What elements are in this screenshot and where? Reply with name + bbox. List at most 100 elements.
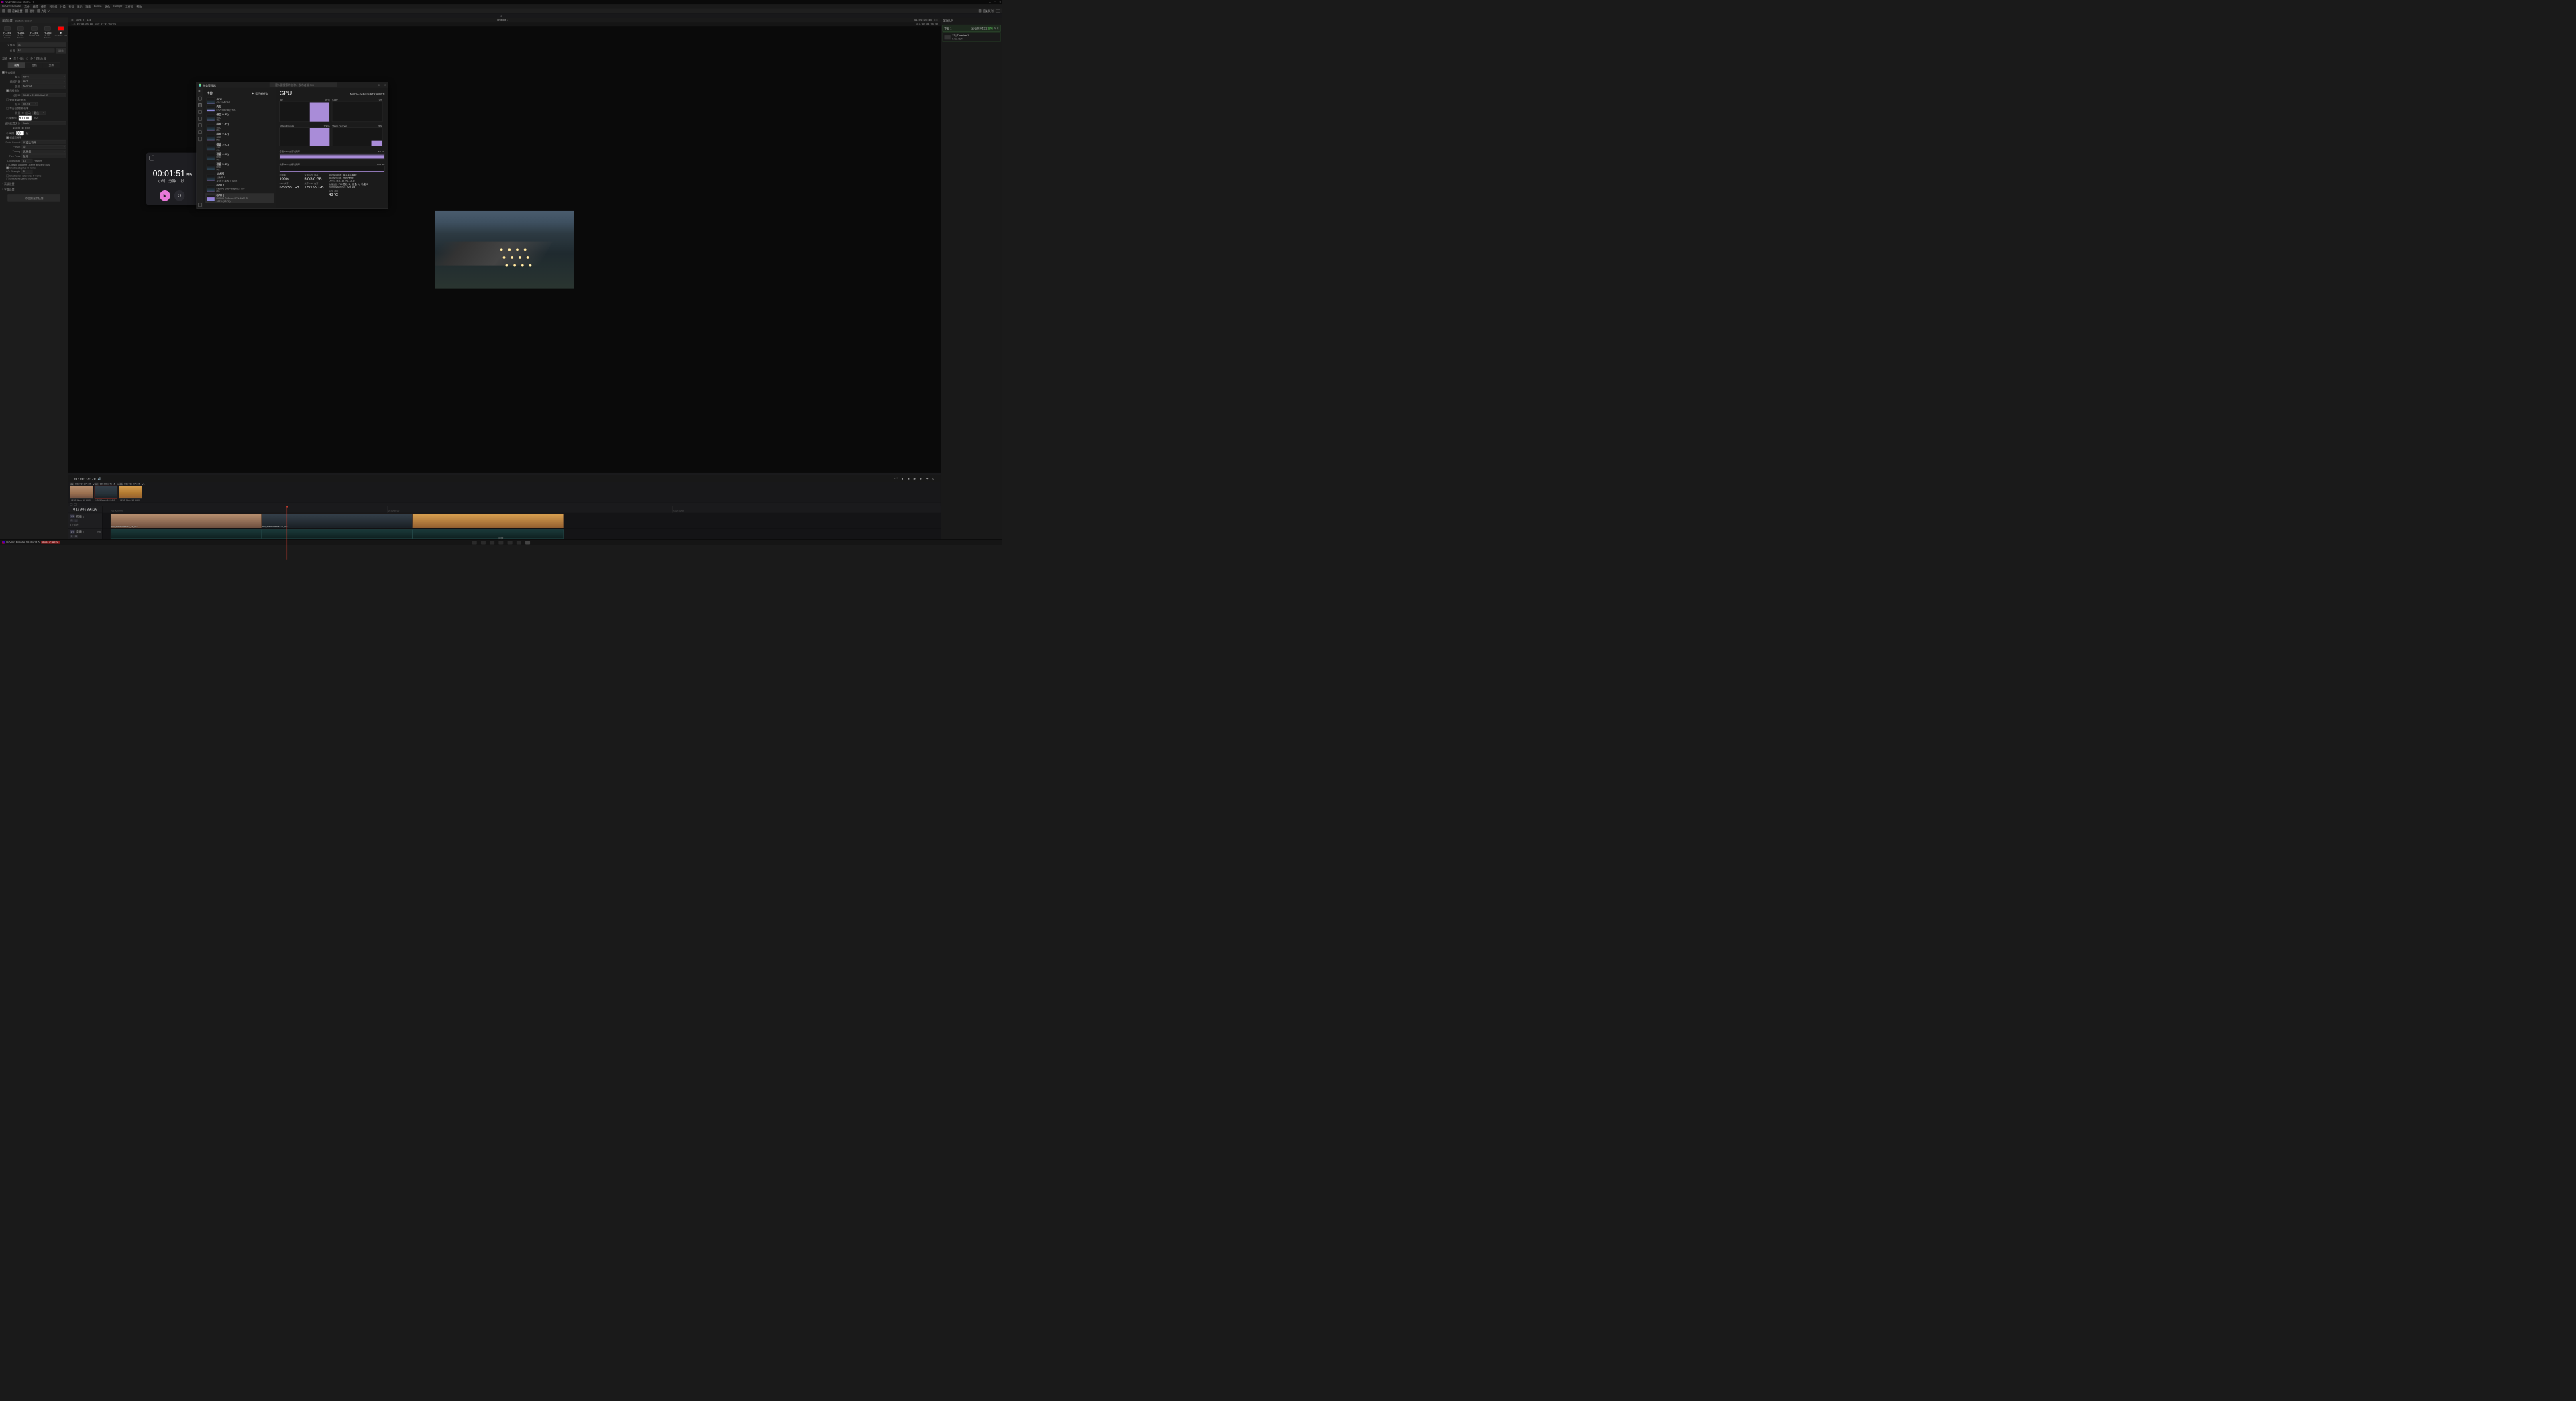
video-track-body[interactable]: DJI_202306041916_19_02... DJI_2023060419… <box>102 513 940 528</box>
custom-res-checkbox[interactable] <box>6 99 9 101</box>
menu-item[interactable]: 播放 <box>85 4 91 8</box>
restrict-radio[interactable] <box>6 117 8 119</box>
mute-button[interactable]: M <box>74 535 78 537</box>
preset-h265[interactable]: H.265H.265 Master <box>41 25 54 40</box>
menu-item[interactable]: 工作区 <box>125 4 133 8</box>
tab-video[interactable]: 视频 <box>8 62 25 68</box>
page-fusion-button[interactable] <box>498 541 503 544</box>
resolution-select[interactable]: 3840 x 2160 Ultra HD <box>22 93 66 97</box>
tm-perf-item[interactable]: 磁盘 2 (H:)SSD0% <box>205 132 274 142</box>
subtitle-settings-expand[interactable]: 字幕设置 <box>0 187 68 192</box>
render-job-progress[interactable]: 作业 1还有00:01:31 18% ✎ ✕ <box>943 25 1001 32</box>
tape-button[interactable]: 磁带 <box>25 9 34 13</box>
tm-nav-services-icon[interactable] <box>198 137 201 141</box>
track-toggle-icon[interactable]: ☐ <box>70 519 73 522</box>
close-icon[interactable]: ✕ <box>996 27 998 30</box>
rate-control-select[interactable]: 可变比特率 <box>22 140 66 144</box>
radio-single[interactable] <box>9 57 11 59</box>
tm-nav-details-icon[interactable] <box>198 131 201 134</box>
goto-end-button[interactable]: ⏭ <box>925 477 928 480</box>
bitrate-input[interactable] <box>19 115 32 120</box>
menu-item[interactable]: 时间线 <box>50 4 58 8</box>
tm-perf-item[interactable]: 磁盘 3 (C:)SSD0% <box>205 142 274 152</box>
page-color-button[interactable] <box>508 541 513 544</box>
quality-auto-radio[interactable] <box>22 112 24 114</box>
tm-nav-processes-icon[interactable] <box>198 97 201 100</box>
nonref-checkbox[interactable] <box>6 174 9 177</box>
menu-item[interactable]: DaVinci Resolve <box>2 5 21 7</box>
profile-select[interactable]: Main <box>22 121 66 125</box>
tm-graph-shared-mem[interactable] <box>280 166 385 172</box>
page-cut-button[interactable] <box>481 541 486 544</box>
close-button[interactable]: ✕ <box>999 1 1001 3</box>
layout-toggle[interactable] <box>996 9 1000 13</box>
aq-strength-input[interactable] <box>22 170 33 174</box>
clip-thumbnail[interactable]: 0300:00:27:16V1 H.265 Main 10 L6.0 <box>119 482 142 502</box>
filename-input[interactable] <box>17 42 66 46</box>
hamburger-icon[interactable] <box>198 90 201 93</box>
tm-perf-item[interactable]: GPU 0Intel(R) UHD Graphics 7700% <box>205 183 274 193</box>
menu-item[interactable]: 片段 <box>60 4 66 8</box>
encoder-type-select[interactable]: NVIDIA <box>22 85 66 89</box>
tm-graph-encode[interactable]: Video Encode100% <box>280 128 330 146</box>
tab-file[interactable]: 文件 <box>43 62 60 68</box>
minimize-button[interactable]: ─ <box>989 1 990 3</box>
page-deliver-button[interactable] <box>525 541 530 544</box>
menu-item[interactable]: 标记 <box>68 4 74 8</box>
kf-every-radio[interactable] <box>6 132 8 134</box>
tm-run-new-button[interactable]: ▶ 运行新任务 ⋯ <box>252 91 274 95</box>
page-media-button[interactable] <box>472 541 477 544</box>
preset-h264-master[interactable]: H.264H.264 Master <box>14 25 28 40</box>
menu-item[interactable]: 帮助 <box>136 4 142 8</box>
reorder-checkbox[interactable] <box>6 136 9 139</box>
tab-audio[interactable]: 音频 <box>25 62 43 68</box>
network-opt-checkbox[interactable] <box>6 89 9 92</box>
tm-nav-startup-icon[interactable] <box>198 117 201 120</box>
tm-settings-icon[interactable] <box>198 203 201 207</box>
tm-perf-item[interactable]: 磁盘 4 (K:)USB0% <box>205 152 274 162</box>
audio-track-header[interactable]: A1音频 12.0 SM <box>68 529 103 539</box>
maximize-button[interactable]: ☐ <box>994 1 996 3</box>
browse-button[interactable]: 浏览 <box>56 48 66 53</box>
kf-frames-input[interactable] <box>16 131 24 135</box>
stopwatch-reset-button[interactable]: ↺ <box>174 190 185 201</box>
timeline-ruler[interactable]: 01:00:00:00 01:00:50:00 01:01:50:00 <box>102 506 940 513</box>
expand-icon[interactable] <box>150 156 154 160</box>
enable-bframe-checkbox[interactable] <box>6 166 9 169</box>
stopwatch-window[interactable]: 00:01:51.99 小时分钟秒 ↺ <box>146 153 199 205</box>
solo-button[interactable]: S <box>70 535 73 537</box>
stop-button[interactable]: ■ <box>906 477 910 480</box>
task-manager-window[interactable]: 任务管理器 ─ ☐ ✕ 性能 ▶ 运行新任务 ⋯ CPU4% 3.64 GHz <box>197 82 388 209</box>
stopwatch-play-button[interactable] <box>160 190 170 201</box>
export-video-checkbox[interactable] <box>2 71 5 74</box>
disable-adaptive-checkbox[interactable] <box>6 164 9 166</box>
format-select[interactable]: MP4 <box>22 75 66 79</box>
tm-nav-users-icon[interactable] <box>198 123 201 127</box>
framerate-select[interactable]: 59.94 <box>22 102 38 106</box>
quality-select[interactable]: 最佳 <box>32 111 45 115</box>
tuning-select[interactable]: 高质量 <box>22 150 66 154</box>
render-settings-button[interactable]: 渲染设置 <box>8 9 23 13</box>
menu-item[interactable]: 修剪 <box>41 4 46 8</box>
kf-auto-radio[interactable] <box>22 127 24 129</box>
loop-button[interactable]: ↻ <box>932 477 935 480</box>
audio-track-body[interactable] <box>102 529 940 539</box>
tm-perf-item[interactable]: 内存8.5/31.8 GB (27%) <box>205 105 274 113</box>
clip-thumbnail[interactable]: 0200:00:27:16V1 H.265 Main 10 L6.0 <box>95 482 117 502</box>
tm-perf-item[interactable]: 磁盘 0 (F:)SSD3% <box>205 113 274 123</box>
tm-maximize-button[interactable]: ☐ <box>378 84 380 87</box>
tm-perf-item[interactable]: 以太网以太网 6发送: 0 接收: 0 Kbps <box>205 172 274 183</box>
radio-multi[interactable] <box>26 57 28 59</box>
goto-start-button[interactable]: ⏮ <box>894 477 898 480</box>
audio-icon[interactable]: 🔊 <box>98 477 101 480</box>
zoom-dropdown[interactable]: 36% ∨ <box>76 19 85 21</box>
add-to-queue-button[interactable]: 添加到渲染队列 <box>8 195 60 202</box>
preset-youtube[interactable]: ▶YouTube 108 <box>54 25 68 40</box>
tm-graph-dedicated-mem[interactable] <box>280 153 385 159</box>
track-lock-icon[interactable]: ⬚ <box>74 519 78 522</box>
tm-graph-copy[interactable]: Copy0% <box>332 101 382 122</box>
tm-graph-decode[interactable]: Video Decode28% <box>332 128 382 146</box>
menu-item[interactable]: 调色 <box>105 4 110 8</box>
menu-item[interactable]: 文件 <box>24 4 30 8</box>
lookahead-input[interactable] <box>22 159 33 163</box>
